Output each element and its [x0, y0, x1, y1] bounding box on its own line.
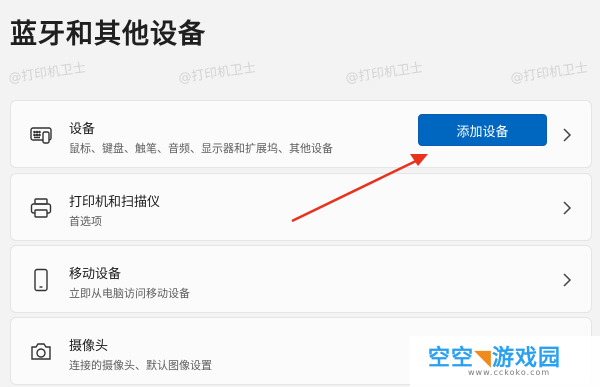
annotation-arrow: [291, 154, 428, 223]
site-logo: 空空◥游戏园 www.cckoko.com: [410, 336, 600, 387]
logo-url: www.cckoko.com: [468, 368, 551, 377]
